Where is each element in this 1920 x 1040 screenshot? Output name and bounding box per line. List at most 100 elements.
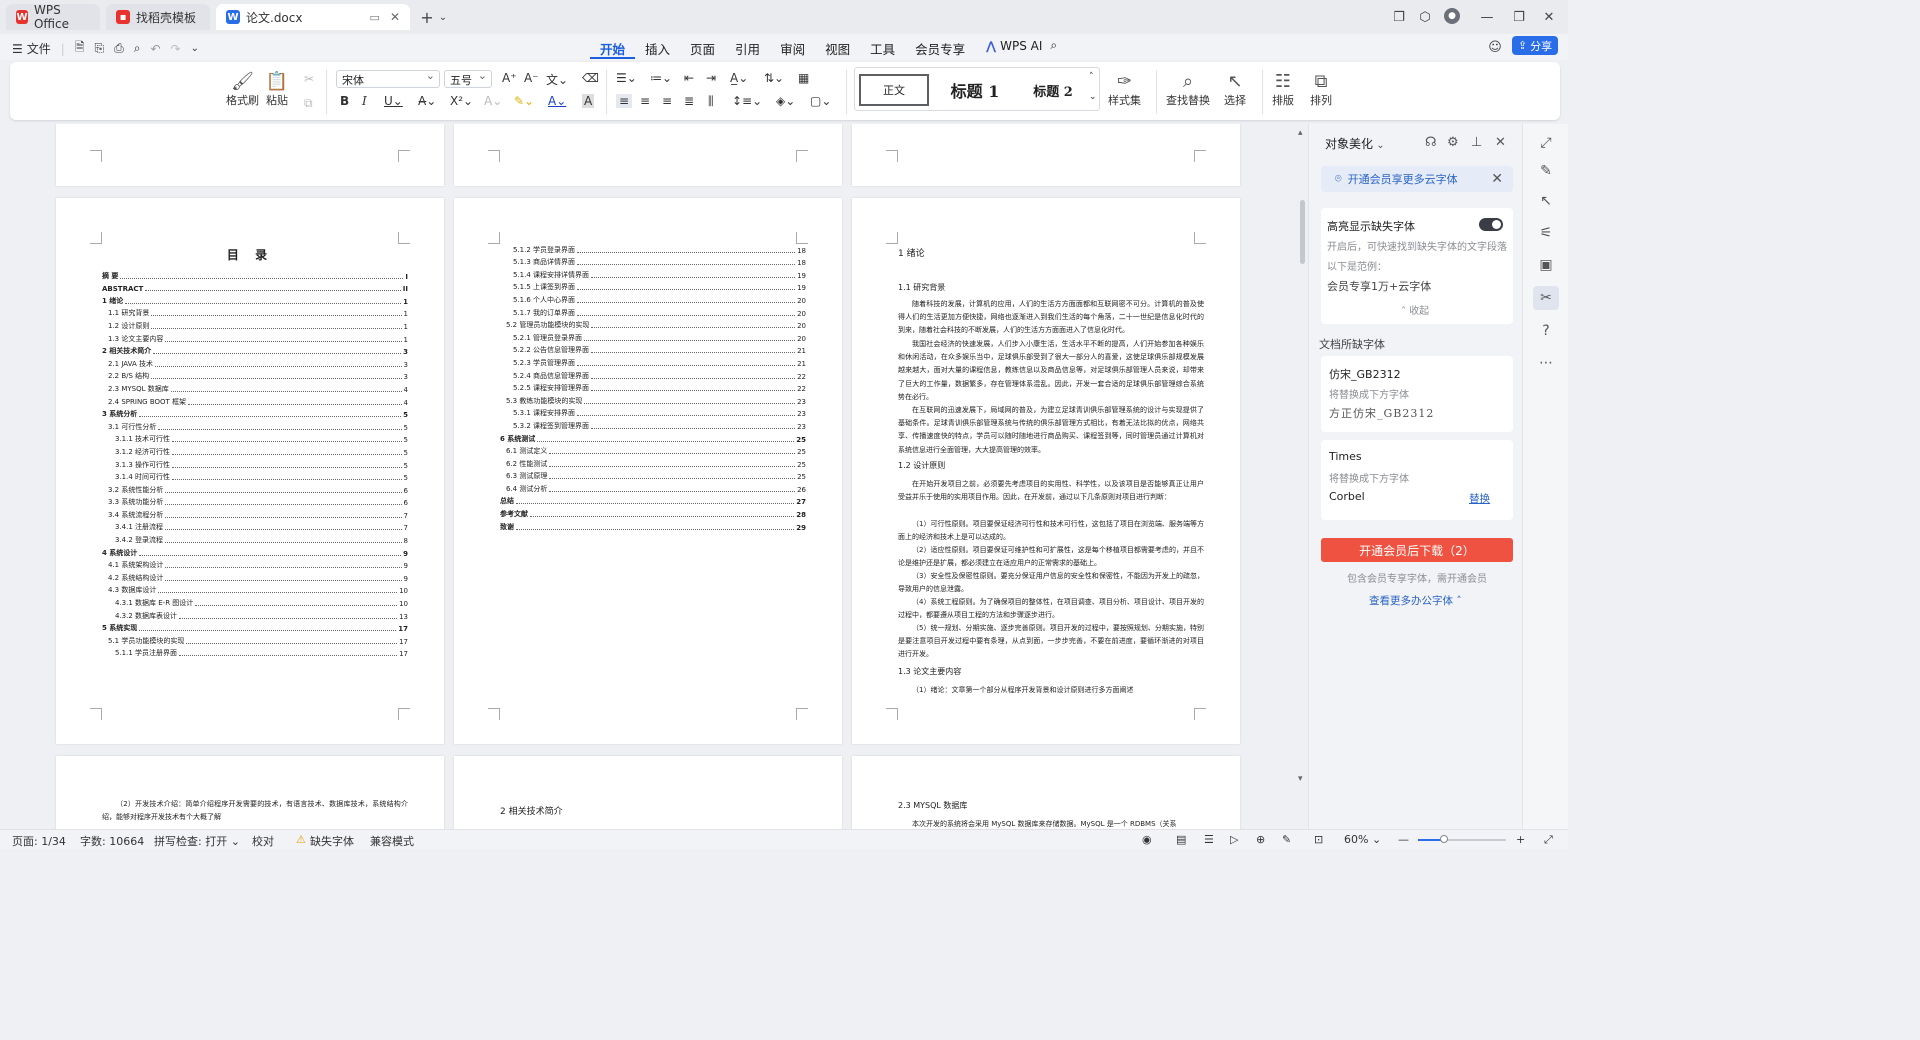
tab-tools[interactable]: 工具 xyxy=(860,37,905,59)
align-center-icon[interactable]: ≡ xyxy=(640,94,650,108)
write-mode-icon[interactable]: ✎ xyxy=(1282,833,1291,846)
toc-entry[interactable]: 6.3 测试原理 25 xyxy=(500,469,806,482)
toc-entry[interactable]: 3.1.2 经济可行性 5 xyxy=(102,444,408,457)
image-edit-icon[interactable]: ▣ xyxy=(1537,256,1555,274)
distributed-icon[interactable]: ⫼ xyxy=(708,94,714,109)
arrange-button[interactable]: ⧉ 排列 xyxy=(1310,70,1332,108)
member-promo-banner[interactable]: ⌾ 开通会员享更多云字体 ✕ xyxy=(1321,166,1513,192)
collapse-link[interactable]: ˄ 收起 xyxy=(1401,302,1429,317)
border-icon[interactable]: ▢⌄ xyxy=(810,94,831,108)
message-icon[interactable]: ☺ xyxy=(1486,38,1504,56)
layout-button[interactable]: ☷ 排版 xyxy=(1272,70,1294,108)
paste-button[interactable]: 📋 粘贴 xyxy=(266,70,288,108)
toc-entry[interactable]: 3.1.1 技术可行性 5 xyxy=(102,432,408,445)
tab-review[interactable]: 审阅 xyxy=(770,37,815,59)
pointer-icon[interactable]: ↖ xyxy=(1537,192,1555,210)
page-view-icon[interactable]: ▤ xyxy=(1176,833,1186,846)
decrease-indent-icon[interactable]: ⇤ xyxy=(684,71,694,85)
highlight-color-icon[interactable]: ✎⌄ xyxy=(514,94,534,108)
restore-icon[interactable]: ❐ xyxy=(1510,8,1528,26)
toc-entry[interactable]: 3.3 系统功能分析 6 xyxy=(102,495,408,508)
toc-entry[interactable]: 5.2.2 公告信息管理界面 21 xyxy=(500,343,806,356)
member-download-button[interactable]: 开通会员后下载（2） xyxy=(1321,538,1513,562)
close-window-icon[interactable]: ✕ xyxy=(1540,8,1558,26)
close-panel-icon[interactable]: ✕ xyxy=(1495,135,1506,150)
fit-page-icon[interactable]: ⊡ xyxy=(1314,833,1323,846)
toc-entry[interactable]: 5.1.7 我的订单界面 20 xyxy=(500,305,806,318)
table-icon[interactable]: ▦ xyxy=(798,71,809,85)
font-color-icon[interactable]: A⌄ xyxy=(548,94,566,108)
italic-icon[interactable]: I xyxy=(362,94,367,108)
toc-entry[interactable]: 5.2.4 商品信息管理界面 22 xyxy=(500,368,806,381)
save-icon[interactable]: 🗎 xyxy=(75,38,85,59)
tab-view[interactable]: 视图 xyxy=(815,37,860,59)
tab-list-chevron-icon[interactable]: ⌄ xyxy=(434,8,452,26)
scrollbar-thumb[interactable] xyxy=(1300,200,1305,264)
undo-icon[interactable]: ↶ xyxy=(150,42,160,56)
more-fonts-link[interactable]: 查看更多办公字体 ˄ xyxy=(1369,593,1462,608)
style-normal[interactable]: 正文 xyxy=(859,74,929,106)
toc-entry[interactable]: 5 系统实现 17 xyxy=(102,621,408,634)
object-beautify-icon[interactable]: ✂ xyxy=(1533,286,1559,310)
toc-entry[interactable]: 4.3.2 数据库表设计 13 xyxy=(102,608,408,621)
cut-icon[interactable]: ✂ xyxy=(304,72,314,86)
panel-title[interactable]: 对象美化 xyxy=(1325,135,1385,152)
toc-entry[interactable]: 3.4.1 注册流程 7 xyxy=(102,520,408,533)
sliders-icon[interactable]: ⚟ xyxy=(1537,224,1555,242)
justify-icon[interactable]: ≣ xyxy=(684,94,694,108)
toc-entry[interactable]: 4.1 系统架构设计 9 xyxy=(102,558,408,571)
toc-entry[interactable]: 总结 27 xyxy=(500,494,806,507)
proofread[interactable]: 校对 xyxy=(252,833,274,849)
file-menu[interactable]: 文件 xyxy=(27,40,51,57)
document-canvas[interactable]: 目 录 摘 要 I ABSTRACT II 1 绪论 1 1.1 研究背景 1 1.2 设计原则… xyxy=(0,124,1298,829)
toc-entry[interactable]: 6 系统测试 25 xyxy=(500,431,806,444)
toc-entry[interactable]: 4 系统设计 9 xyxy=(102,545,408,558)
toc-entry[interactable]: 5.2.5 课程安排管理界面 22 xyxy=(500,381,806,394)
toc-entry[interactable]: 6.1 测试定义 25 xyxy=(500,444,806,457)
scroll-up-arrow-icon[interactable]: ▴ xyxy=(1298,128,1303,138)
toc-entry[interactable]: 5.3 教练功能模块的实现 23 xyxy=(500,393,806,406)
print-icon[interactable]: ⎙ xyxy=(114,41,124,56)
tab-document[interactable]: W 论文.docx ▭ ✕ xyxy=(216,4,410,30)
toc-entry[interactable]: 3.1.4 时间可行性 5 xyxy=(102,470,408,483)
increase-indent-icon[interactable]: ⇥ xyxy=(706,71,716,85)
clear-format-icon[interactable]: ⌫ xyxy=(582,71,599,85)
page-indicator[interactable]: 页面: 1/34 xyxy=(12,833,66,849)
expand-icon[interactable]: ⤢ xyxy=(1537,134,1555,152)
zoom-in-icon[interactable]: + xyxy=(1516,833,1525,846)
web-view-icon[interactable]: ⊕ xyxy=(1256,833,1265,846)
toc-entry[interactable]: 1.2 设计原则 1 xyxy=(102,318,408,331)
missing-font-status[interactable]: 缺失字体 xyxy=(310,833,354,849)
superscript-icon[interactable]: X²⌄ xyxy=(450,94,473,108)
font-size-select[interactable]: 五号 xyxy=(444,69,492,88)
toc-entry[interactable]: 5.2.1 管理员登录界面 20 xyxy=(500,330,806,343)
bold-icon[interactable]: B xyxy=(340,94,349,108)
toc-entry[interactable]: 4.3.1 数据库 E-R 图设计 10 xyxy=(102,595,408,609)
scroll-down-icon[interactable]: ⌄ xyxy=(1089,92,1097,102)
replace-link[interactable]: 替换 xyxy=(1469,491,1490,506)
toc-entry[interactable]: 1.1 研究背景 1 xyxy=(102,306,408,319)
style-heading1[interactable]: 标题 1 xyxy=(937,74,1013,106)
zoom-out-icon[interactable]: — xyxy=(1398,833,1409,846)
underline-icon[interactable]: U⌄ xyxy=(384,94,403,108)
spell-check[interactable]: 拼写检查: 打开 ⌄ xyxy=(154,833,240,849)
toc-entry[interactable]: 1.3 论文主要内容 1 xyxy=(102,331,408,344)
toc-entry[interactable]: 5.1 学员功能模块的实现 17 xyxy=(102,633,408,646)
toc-entry[interactable]: 3.1 可行性分析 5 xyxy=(102,419,408,432)
tab-references[interactable]: 引用 xyxy=(725,37,770,59)
style-heading2[interactable]: 标题 2 xyxy=(1019,74,1087,106)
toc-entry[interactable]: 参考文献 28 xyxy=(500,506,806,520)
toc-entry[interactable]: 6.4 测试分析 26 xyxy=(500,481,806,494)
minimize-icon[interactable]: — xyxy=(1478,8,1496,26)
toc-entry[interactable]: 4.2 系统结构设计 9 xyxy=(102,570,408,583)
strikethrough-icon[interactable]: A̶⌄ xyxy=(418,94,436,108)
toc-entry[interactable]: 2.1 JAVA 技术 3 xyxy=(102,356,408,369)
play-icon[interactable]: ▷ xyxy=(1230,833,1238,846)
tab-docer[interactable]: ▪ 找稻壳模板 xyxy=(106,4,210,30)
tab-member[interactable]: 会员专享 xyxy=(905,37,975,59)
toc-entry[interactable]: 5.1.3 商品详情界面 18 xyxy=(500,255,806,268)
toc-entry[interactable]: 摘 要I xyxy=(102,268,408,281)
fullscreen-icon[interactable]: ⤢ xyxy=(1544,833,1553,847)
align-left-icon[interactable]: ≡ xyxy=(616,94,633,108)
shrink-font-icon[interactable]: A⁻ xyxy=(524,71,539,85)
